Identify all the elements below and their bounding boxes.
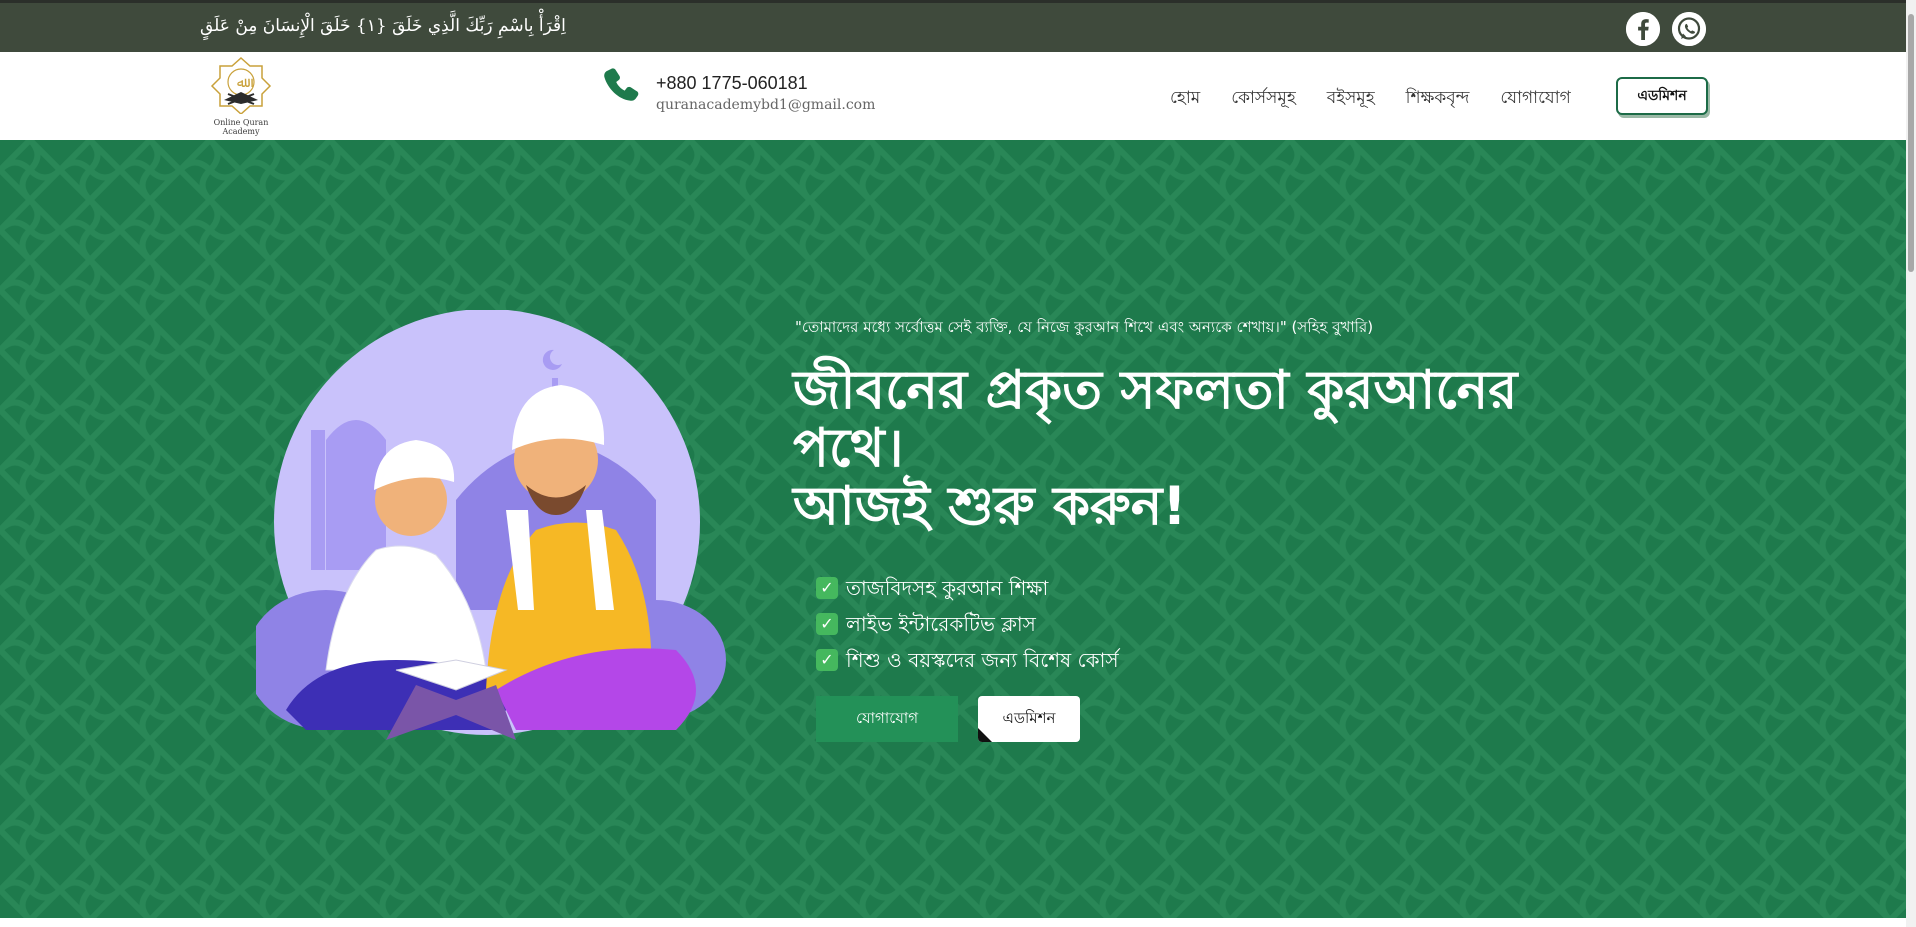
hero-section: "তোমাদের মধ্যে সর্বোত্তম সেই ব্যক্তি, যে… [0, 140, 1906, 918]
logo-text-line2: Academy [222, 127, 260, 136]
check-icon: ✓ [816, 577, 838, 599]
hero-headline: জীবনের প্রকৃত সফলতা কুরআনের পথে। আজই শুর… [793, 362, 1613, 536]
contact-info: +880 1775-060181 quranacademybd1@gmail.c… [602, 65, 875, 113]
social-links [1626, 12, 1706, 46]
page-scrollbar[interactable] [1906, 0, 1916, 927]
site-header: ﷲ Online Quran Academy +880 1775-060181 … [0, 52, 1906, 140]
nav-teachers[interactable]: শিক্ষকবৃন্দ [1406, 85, 1470, 113]
below-hero-area [0, 918, 1906, 927]
check-icon: ✓ [816, 613, 838, 635]
hero-illustration [256, 310, 726, 740]
arabic-verse: اِقْرَأْ بِاسْمِ رَبِّكَ الَّذِي خَلَقَ … [200, 16, 566, 36]
email-address[interactable]: quranacademybd1@gmail.com [656, 97, 875, 113]
feature-item: ✓ লাইভ ইন্টারেকটিভ ক্লাস [816, 606, 1119, 642]
logo-text-line1: Online Quran [213, 118, 269, 127]
whatsapp-icon[interactable] [1672, 12, 1706, 46]
phone-icon [602, 65, 642, 109]
main-nav: হোম কোর্সসমূহ বইসমূহ শিক্ষকবৃন্দ যোগাযোগ [1170, 85, 1602, 113]
feature-list: ✓ তাজবিদসহ কুরআন শিক্ষা ✓ লাইভ ইন্টারেকটিভ… [816, 570, 1119, 678]
hero-headline-line2: আজই শুরু করুন! [793, 476, 1187, 537]
hero-admission-button[interactable]: এডমিশন [978, 696, 1080, 742]
nav-courses[interactable]: কোর্সসমূহ [1231, 85, 1296, 113]
phone-number[interactable]: +880 1775-060181 [656, 73, 875, 94]
hadith-quote: "তোমাদের মধ্যে সর্বোত্তম সেই ব্যক্তি, যে… [795, 318, 1374, 336]
header-admission-button[interactable]: এডমিশন [1616, 77, 1708, 115]
scrollbar-thumb[interactable] [1908, 14, 1914, 272]
nav-contact[interactable]: যোগাযোগ [1500, 85, 1570, 113]
feature-item: ✓ তাজবিদসহ কুরআন শিক্ষা [816, 570, 1119, 606]
nav-home[interactable]: হোম [1170, 85, 1200, 113]
top-bar: اِقْرَأْ بِاسْمِ رَبِّكَ الَّذِي خَلَقَ … [0, 0, 1906, 52]
feature-text: শিশু ও বয়স্কদের জন্য বিশেষ কোর্স [846, 648, 1119, 672]
feature-text: তাজবিদসহ কুরআন শিক্ষা [846, 576, 1049, 600]
academy-logo[interactable]: ﷲ Online Quran Academy [204, 56, 278, 136]
feature-text: লাইভ ইন্টারেকটিভ ক্লাস [846, 612, 1036, 636]
feature-item: ✓ শিশু ও বয়স্কদের জন্য বিশেষ কোর্স [816, 642, 1119, 678]
hero-headline-line1: জীবনের প্রকৃত সফলতা কুরআনের পথে। [793, 360, 1518, 479]
check-icon: ✓ [816, 649, 838, 671]
svg-text:ﷲ: ﷲ [237, 75, 253, 91]
facebook-icon[interactable] [1626, 12, 1660, 46]
nav-books[interactable]: বইসমূহ [1327, 85, 1375, 113]
hero-contact-button[interactable]: যোগাযোগ [816, 696, 958, 742]
